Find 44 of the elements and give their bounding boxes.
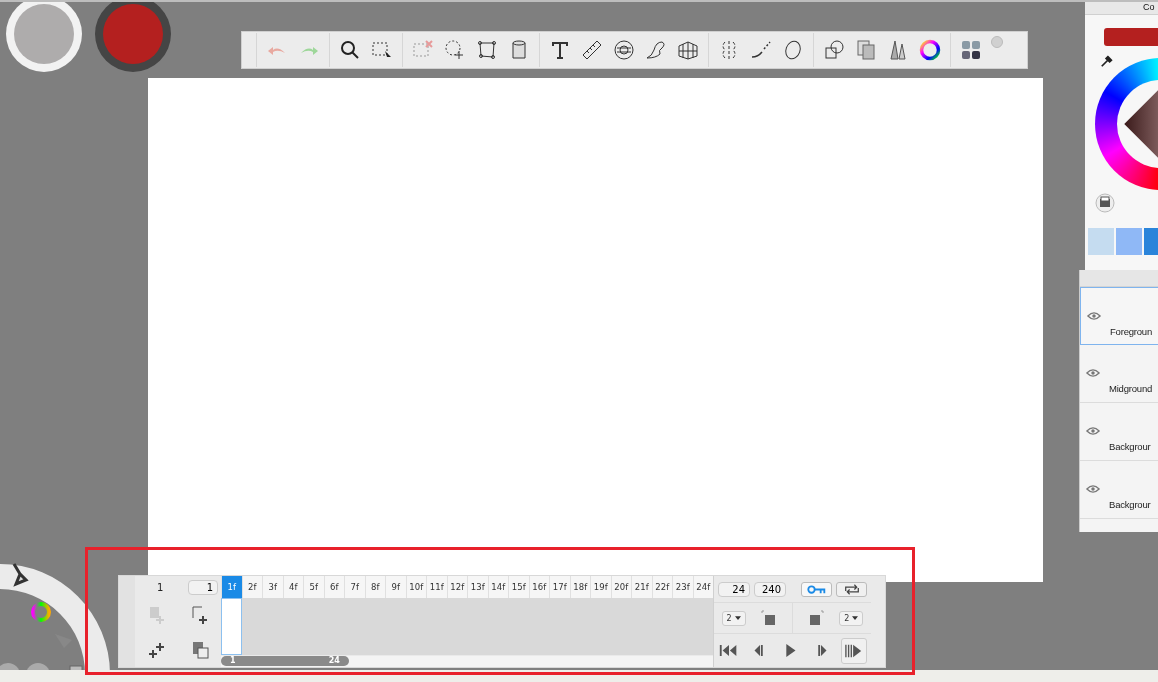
layer-row[interactable]: Backgrour: [1080, 403, 1158, 461]
transform-icon[interactable]: [475, 38, 499, 62]
layer-name: Backgrour: [1109, 441, 1151, 452]
color-wheel-icon[interactable]: [918, 38, 942, 62]
play-all-button[interactable]: [840, 637, 867, 664]
layer-name: Foregroun: [1110, 326, 1153, 337]
loop-button[interactable]: [836, 581, 867, 597]
onion-skin-before-icon[interactable]: [760, 610, 777, 626]
layer-row[interactable]: Foregroun: [1080, 287, 1158, 345]
eyedropper-icon[interactable]: [1100, 54, 1114, 68]
eye-icon[interactable]: [1086, 426, 1100, 436]
current-frame-field[interactable]: 1: [188, 579, 218, 595]
panel-title: Co: [1143, 2, 1155, 14]
frame-track[interactable]: [221, 598, 713, 655]
shapes-icon[interactable]: [822, 38, 846, 62]
add-frame-icon[interactable]: [189, 605, 210, 626]
printer-icon[interactable]: [1095, 193, 1115, 213]
start-frame: 1: [157, 581, 164, 593]
layer-name: Backgrour: [1109, 499, 1151, 510]
color-swatch[interactable]: [1116, 228, 1142, 255]
grid-icon[interactable]: [959, 38, 983, 62]
frame-label[interactable]: 1f: [221, 576, 242, 598]
ellipse-guide-icon[interactable]: [612, 38, 636, 62]
pages-icon[interactable]: [854, 38, 878, 62]
curve-guide-icon[interactable]: [644, 38, 668, 62]
layer-row[interactable]: Backgrour: [1080, 461, 1158, 519]
layer-row[interactable]: Midground: [1080, 345, 1158, 403]
ruler-icon[interactable]: [580, 38, 604, 62]
keyframe-button[interactable]: [801, 581, 832, 597]
current-color-bar: [1104, 28, 1158, 46]
eye-icon[interactable]: [1086, 484, 1100, 494]
color-swatch[interactable]: [1088, 228, 1114, 255]
total-frames-field[interactable]: 240: [754, 581, 786, 597]
eye-icon[interactable]: [1087, 311, 1101, 321]
key-icon: [805, 583, 828, 595]
caret-icon: [852, 616, 859, 620]
toolbar-handle-icon[interactable]: [991, 36, 1003, 48]
fps-field[interactable]: 24: [718, 581, 750, 597]
layer-name: Midground: [1109, 383, 1153, 394]
eye-icon[interactable]: [1086, 368, 1100, 378]
onion-skin-after-icon[interactable]: [808, 610, 825, 626]
onion-after-dropdown[interactable]: 2: [839, 610, 864, 626]
onion-before-dropdown[interactable]: 2: [721, 610, 746, 626]
caret-icon: [734, 616, 741, 620]
